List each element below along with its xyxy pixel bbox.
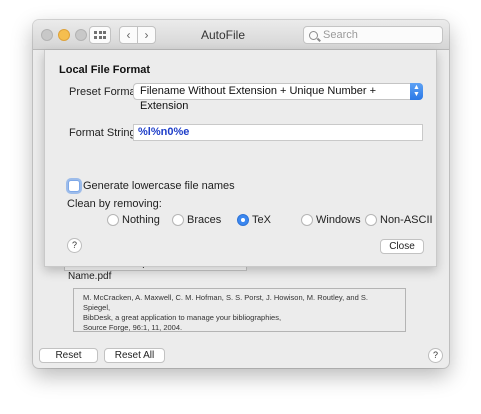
window-title: AutoFile <box>200 28 246 42</box>
format-string-label: Format String: <box>69 127 139 139</box>
preset-format-label: Preset Format: <box>69 86 142 98</box>
sheet-help-button[interactable]: ? <box>67 238 82 253</box>
reference-preview: M. McCracken, A. Maxwell, C. M. Hofman, … <box>73 288 406 332</box>
close-window-button[interactable] <box>41 29 53 41</box>
stepper-arrows-icon: ▲ ▼ <box>410 83 423 100</box>
chevron-left-icon: ‹ <box>126 28 131 42</box>
radio-non-ascii[interactable] <box>365 214 377 226</box>
title-bar: ‹ › AutoFile Search <box>33 20 449 50</box>
help-button[interactable]: ? <box>428 348 443 363</box>
zoom-window-button[interactable] <box>75 29 87 41</box>
search-field[interactable]: Search <box>303 26 443 44</box>
radio-braces[interactable] <box>172 214 184 226</box>
forward-button[interactable]: › <box>137 26 156 44</box>
format-string-input[interactable]: %l%n0%e <box>133 124 423 141</box>
radio-tex[interactable] <box>237 214 249 226</box>
preset-format-select[interactable]: Filename Without Extension + Unique Numb… <box>133 83 423 112</box>
lowercase-checkbox[interactable] <box>68 180 80 192</box>
reset-button[interactable]: Reset <box>39 348 98 363</box>
close-button[interactable]: Close <box>380 239 424 254</box>
radio-non-ascii-label: Non-ASCII <box>380 214 433 226</box>
preset-format-value: Filename Without Extension + Unique Numb… <box>140 85 377 112</box>
search-placeholder: Search <box>323 29 358 41</box>
grid-icon <box>94 31 106 39</box>
reset-all-button[interactable]: Reset All <box>104 348 165 363</box>
radio-braces-label: Braces <box>187 214 222 226</box>
radio-windows[interactable] <box>301 214 313 226</box>
preview-line: M. McCracken, A. Maxwell, C. M. Hofman, … <box>83 293 368 312</box>
minimize-window-button[interactable] <box>58 29 70 41</box>
preview-line: BibDesk, a great application to manage y… <box>83 313 282 322</box>
radio-windows-label: Windows <box>316 214 361 226</box>
search-icon <box>309 30 318 40</box>
local-file-format-sheet: Local File Format Preset Format: Filenam… <box>44 50 437 267</box>
chevron-right-icon: › <box>144 28 149 42</box>
preferences-window: ‹ › AutoFile Search ~/Documents/Papers/L… <box>33 20 449 368</box>
clean-by-removing-label: Clean by removing: <box>67 198 162 210</box>
preview-line: Source Forge, 96:1, 11, 2004. <box>83 323 183 332</box>
sheet-title: Local File Format <box>59 64 151 76</box>
radio-nothing-label: Nothing <box>122 214 160 226</box>
lowercase-label: Generate lowercase file names <box>83 180 235 192</box>
radio-nothing[interactable] <box>107 214 119 226</box>
radio-tex-label: TeX <box>252 214 271 226</box>
back-button[interactable]: ‹ <box>119 26 138 44</box>
show-all-button[interactable] <box>89 26 111 44</box>
